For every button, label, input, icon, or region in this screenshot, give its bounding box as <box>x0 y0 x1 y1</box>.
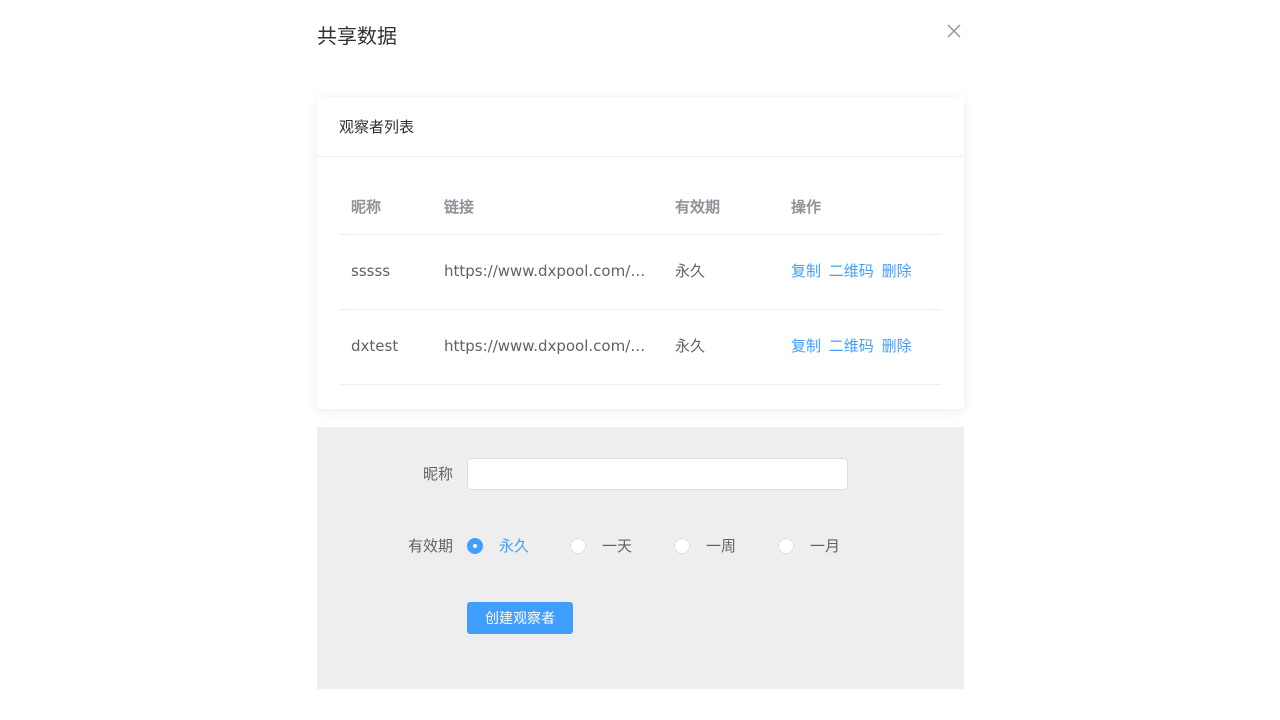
qr-code-button[interactable]: 二维码 <box>829 262 874 280</box>
radio-unchecked-icon <box>674 538 690 554</box>
radio-label: 一天 <box>602 537 633 555</box>
column-header-name: 昵称 <box>351 198 382 216</box>
column-header-expiry: 有效期 <box>675 198 721 216</box>
copy-link-button[interactable]: 复制 <box>791 337 821 355</box>
row-actions: 复制 二维码 删除 <box>791 261 941 281</box>
nickname-label: 昵称 <box>422 465 453 483</box>
radio-checked-icon <box>467 538 483 554</box>
radio-label: 永久 <box>499 537 530 555</box>
row-expiry: 永久 <box>675 337 706 355</box>
observer-list-card: 观察者列表 昵称 链接 有效期 操作 sssss https://www.dxp… <box>317 97 964 409</box>
table-row: sssss https://www.dxpool.com/o… 永久 复制 二维… <box>340 235 941 310</box>
table-row: dxtest https://www.dxpool.com/o… 永久 复制 二… <box>340 310 941 385</box>
radio-label: 一月 <box>810 537 841 555</box>
row-name: sssss <box>351 262 391 280</box>
nickname-input[interactable] <box>467 458 848 490</box>
share-data-dialog: 共享数据 观察者列表 昵称 链接 有效期 操作 sssss https://ww… <box>297 0 984 720</box>
expiry-option-day[interactable]: 一天 <box>570 536 632 556</box>
radio-unchecked-icon <box>570 538 586 554</box>
column-header-link: 链接 <box>444 198 475 216</box>
copy-link-button[interactable]: 复制 <box>791 262 821 280</box>
delete-button[interactable]: 删除 <box>882 337 912 355</box>
close-icon[interactable] <box>945 22 963 40</box>
observer-table: 昵称 链接 有效期 操作 sssss https://www.dxpool.co… <box>340 180 941 385</box>
table-header: 昵称 链接 有效期 操作 <box>340 180 941 235</box>
row-expiry: 永久 <box>675 262 706 280</box>
expiry-option-week[interactable]: 一周 <box>674 536 736 556</box>
card-title: 观察者列表 <box>317 97 964 157</box>
row-actions: 复制 二维码 删除 <box>791 336 941 356</box>
dialog-title: 共享数据 <box>317 24 397 48</box>
create-observer-button[interactable]: 创建观察者 <box>467 602 573 634</box>
delete-button[interactable]: 删除 <box>882 262 912 280</box>
qr-code-button[interactable]: 二维码 <box>829 337 874 355</box>
row-link: https://www.dxpool.com/o… <box>444 337 646 355</box>
expiry-label: 有效期 <box>407 537 453 555</box>
radio-unchecked-icon <box>778 538 794 554</box>
column-header-actions: 操作 <box>791 198 822 216</box>
expiry-option-forever[interactable]: 永久 <box>467 536 529 556</box>
row-link: https://www.dxpool.com/o… <box>444 262 646 280</box>
row-name: dxtest <box>351 337 399 355</box>
expiry-option-month[interactable]: 一月 <box>778 536 840 556</box>
radio-label: 一周 <box>706 537 737 555</box>
create-observer-form: 昵称 有效期 永久 一天 一周 一月 创建观察者 <box>317 427 964 689</box>
